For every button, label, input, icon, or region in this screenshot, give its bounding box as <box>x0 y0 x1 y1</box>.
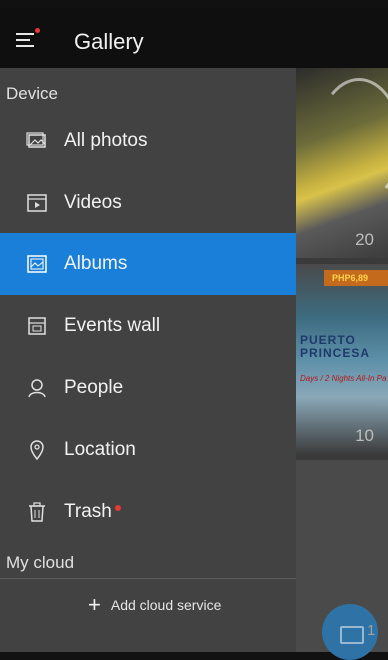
drawer-item-label: Location <box>64 439 136 460</box>
app-title: Gallery <box>74 29 144 54</box>
camera-icon <box>340 626 364 644</box>
section-header-my-cloud: My cloud <box>6 553 75 572</box>
album-thumbnail[interactable]: 20 <box>296 68 388 258</box>
drawer-item-events-wall[interactable]: Events wall <box>0 295 296 357</box>
albums-icon <box>26 253 48 275</box>
drawer-item-albums[interactable]: Albums <box>0 233 296 295</box>
drawer-item-label: Videos <box>64 192 122 213</box>
partial-count: 1 <box>367 622 376 639</box>
drawer-item-trash[interactable]: Trash <box>0 481 296 543</box>
album-thumbnail[interactable]: PHP6,89 PUERTO PRINCESA Days / 2 Nights … <box>296 264 388 454</box>
drawer-item-all-photos[interactable]: All photos <box>0 110 296 172</box>
gallery-content: 20 PHP6,89 PUERTO PRINCESA Days / 2 Nigh… <box>296 68 388 652</box>
album-count: 20 <box>355 230 374 249</box>
promo-banner: PHP6,89 <box>324 270 388 286</box>
people-icon <box>26 377 48 399</box>
drawer-item-label: Events wall <box>64 315 161 336</box>
album-count: 10 <box>355 426 374 445</box>
app-bar: Gallery <box>0 8 388 68</box>
drawer-item-label: Albums <box>64 253 128 274</box>
drawer-item-label: All photos <box>64 130 148 151</box>
notification-dot <box>35 28 40 33</box>
add-cloud-label: Add cloud service <box>110 597 222 613</box>
promo-title: PUERTO PRINCESA <box>300 333 371 360</box>
events-wall-icon <box>26 315 48 337</box>
section-header-device: Device <box>6 84 58 103</box>
drawer-item-videos[interactable]: Videos <box>0 172 296 234</box>
photos-icon <box>26 130 48 152</box>
drawer-item-people[interactable]: People <box>0 357 296 419</box>
navigation-drawer: Device All photos Videos Albums Events w… <box>0 68 296 652</box>
location-pin-icon <box>26 439 48 461</box>
notification-dot <box>114 505 121 511</box>
plus-icon: + <box>88 592 101 617</box>
add-cloud-service-button[interactable]: + Add cloud service <box>88 592 222 617</box>
drawer-item-label: Trash <box>64 501 121 523</box>
drawer-item-location[interactable]: Location <box>0 419 296 481</box>
menu-icon[interactable] <box>16 28 40 47</box>
trash-icon <box>26 501 48 523</box>
video-icon <box>26 192 48 214</box>
drawer-item-label: People <box>64 377 124 398</box>
divider <box>0 578 296 579</box>
promo-tag: Days / 2 Nights All-In Pa <box>300 374 387 383</box>
